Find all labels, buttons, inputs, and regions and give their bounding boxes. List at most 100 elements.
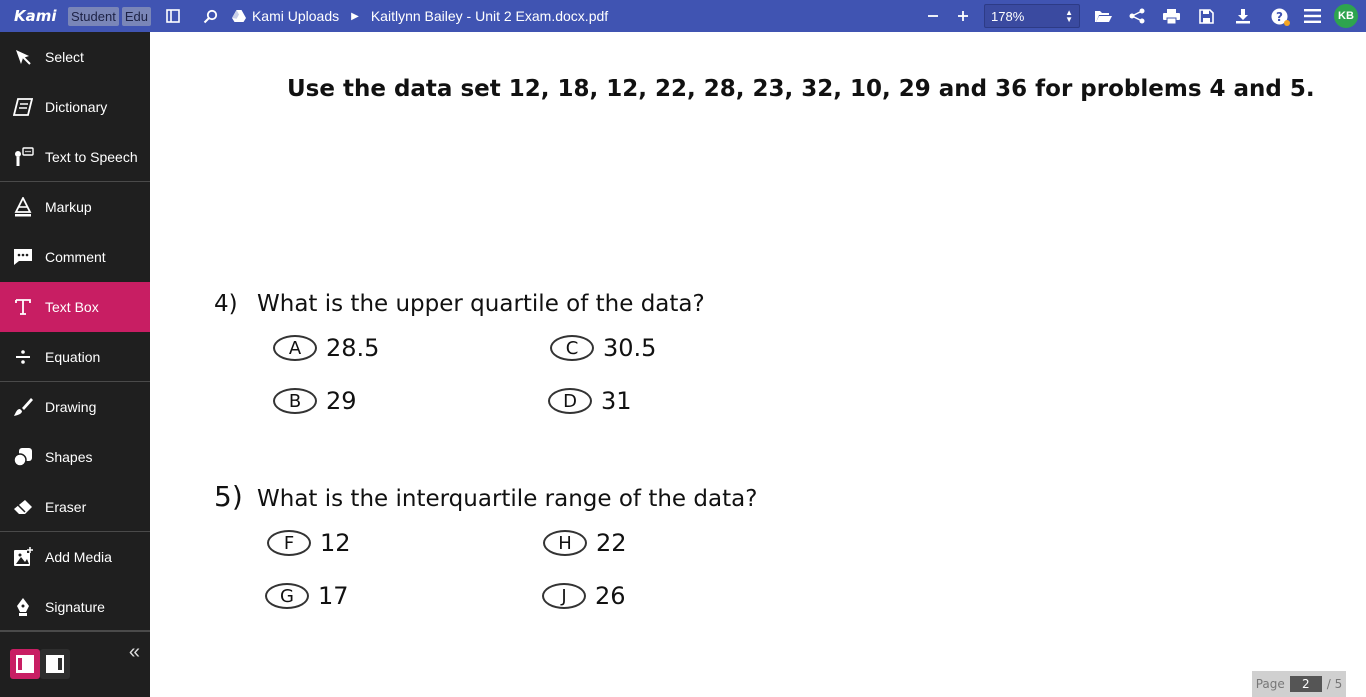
option-value: 17	[318, 582, 349, 610]
book-icon	[11, 95, 35, 119]
tool-add-media[interactable]: Add Media	[0, 532, 150, 582]
media-icon	[11, 545, 35, 569]
text-box-icon	[11, 295, 35, 319]
answer-option-d[interactable]: D 31	[548, 387, 632, 415]
option-value: 12	[320, 529, 351, 557]
answer-option-h[interactable]: H 22	[543, 529, 627, 557]
notification-dot	[1284, 20, 1290, 26]
sidebar-left-view-button[interactable]	[10, 649, 40, 679]
tool-eraser[interactable]: Eraser	[0, 482, 150, 532]
fountain-pen-icon	[11, 595, 35, 619]
tool-label: Signature	[45, 598, 105, 615]
comment-icon	[11, 245, 35, 269]
tool-label: Comment	[45, 249, 106, 265]
markup-pen-icon	[11, 195, 35, 219]
document-viewer: Use the data set 12, 18, 12, 22, 28, 23,…	[150, 32, 1366, 697]
tool-text-to-speech[interactable]: Text to Speech	[0, 132, 150, 182]
answer-option-j[interactable]: J 26	[542, 582, 626, 610]
zoom-in-icon[interactable]	[948, 0, 978, 32]
svg-text:?: ?	[1276, 10, 1283, 24]
page-number-input[interactable]: 2	[1289, 676, 1322, 692]
option-value: 22	[596, 529, 627, 557]
tool-label: Markup	[45, 199, 92, 215]
option-letter: J	[542, 583, 586, 609]
tool-label: Dictionary	[45, 99, 108, 115]
option-letter: H	[543, 530, 587, 556]
print-icon[interactable]	[1154, 0, 1188, 32]
google-drive-icon	[228, 0, 250, 32]
option-letter: F	[267, 530, 311, 556]
menu-icon[interactable]	[1296, 0, 1328, 32]
option-letter: G	[265, 583, 309, 609]
answer-option-f[interactable]: F 12	[267, 529, 351, 557]
tool-comment[interactable]: Comment	[0, 232, 150, 282]
edu-badge: Edu	[121, 6, 151, 26]
option-value: 28.5	[326, 334, 380, 362]
cursor-arrow-icon	[11, 45, 35, 69]
page-label: Page	[1255, 677, 1285, 691]
help-icon[interactable]: ?	[1262, 0, 1296, 32]
tool-text-box[interactable]: Text Box	[0, 282, 150, 332]
download-icon[interactable]	[1224, 0, 1262, 32]
question-text: What is the upper quartile of the data?	[257, 291, 705, 317]
tool-label: Equation	[45, 348, 101, 365]
brush-icon	[11, 395, 35, 419]
collapse-sidebar-icon[interactable]: «	[129, 641, 140, 664]
zoom-value: 178%	[991, 8, 1025, 24]
save-icon[interactable]	[1188, 0, 1224, 32]
tool-label: Select	[45, 49, 84, 65]
tool-label: Shapes	[45, 449, 93, 465]
question-4: 4) What is the upper quartile of the data…	[214, 291, 705, 317]
data-set-heading: Use the data set 12, 18, 12, 22, 28, 23,…	[287, 76, 1315, 102]
share-icon[interactable]	[1120, 0, 1154, 32]
user-avatar[interactable]: KB	[1334, 4, 1358, 28]
eraser-icon	[11, 495, 35, 519]
option-letter: D	[548, 388, 592, 414]
question-number: 4)	[214, 291, 238, 317]
page-total: / 5	[1326, 677, 1343, 691]
answer-option-a[interactable]: A 28.5	[273, 334, 379, 362]
answer-option-c[interactable]: C 30.5	[550, 334, 656, 362]
tool-label: Text Box	[45, 299, 99, 315]
tool-markup[interactable]: Markup	[0, 182, 150, 232]
question-text: What is the interquartile range of the d…	[257, 486, 758, 512]
tool-drawing[interactable]: Drawing	[0, 382, 150, 432]
option-letter: B	[273, 388, 317, 414]
shapes-icon	[11, 445, 35, 469]
breadcrumb-chevron-icon: ▶	[351, 10, 359, 22]
tool-equation[interactable]: Equation	[0, 332, 150, 382]
open-folder-icon[interactable]	[1086, 0, 1120, 32]
option-letter: C	[550, 335, 594, 361]
tool-select[interactable]: Select	[0, 32, 150, 82]
zoom-select[interactable]: 178% ▲ ▼	[984, 4, 1080, 28]
option-value: 26	[595, 582, 626, 610]
select-arrows-icon: ▲ ▼	[1065, 8, 1073, 24]
tool-sidebar: Select Dictionary Text to Speech Markup …	[0, 32, 150, 697]
tool-dictionary[interactable]: Dictionary	[0, 82, 150, 132]
answer-option-b[interactable]: B 29	[273, 387, 357, 415]
top-bar: Kami Student Edu Kami Uploads ▶ Kaitlynn…	[0, 0, 1366, 32]
search-icon[interactable]	[196, 0, 226, 32]
page-indicator: Page 2 / 5	[1252, 671, 1346, 697]
tool-label: Text to Speech	[45, 148, 138, 165]
tool-label: Eraser	[45, 498, 87, 515]
document-title: Kaitlynn Bailey - Unit 2 Exam.docx.pdf	[370, 8, 609, 24]
tool-label: Add Media	[45, 549, 112, 565]
sidebar-toggle-icon[interactable]	[158, 0, 188, 32]
sidebar-footer: «	[0, 630, 150, 697]
sidebar-right-view-button[interactable]	[40, 649, 70, 679]
option-value: 29	[326, 387, 357, 415]
divide-icon	[11, 345, 35, 369]
student-badge: Student	[68, 6, 119, 26]
tool-label: Drawing	[45, 399, 97, 415]
option-letter: A	[273, 335, 317, 361]
zoom-out-icon[interactable]	[918, 0, 948, 32]
answer-option-g[interactable]: G 17	[265, 582, 349, 610]
question-number: 5)	[214, 480, 243, 513]
question-5: 5) What is the interquartile range of the…	[214, 480, 757, 513]
tool-signature[interactable]: Signature	[0, 582, 150, 632]
option-value: 31	[601, 387, 632, 415]
breadcrumb-kami-uploads[interactable]: Kami Uploads	[252, 8, 339, 24]
kami-logo: Kami	[14, 7, 57, 25]
tool-shapes[interactable]: Shapes	[0, 432, 150, 482]
